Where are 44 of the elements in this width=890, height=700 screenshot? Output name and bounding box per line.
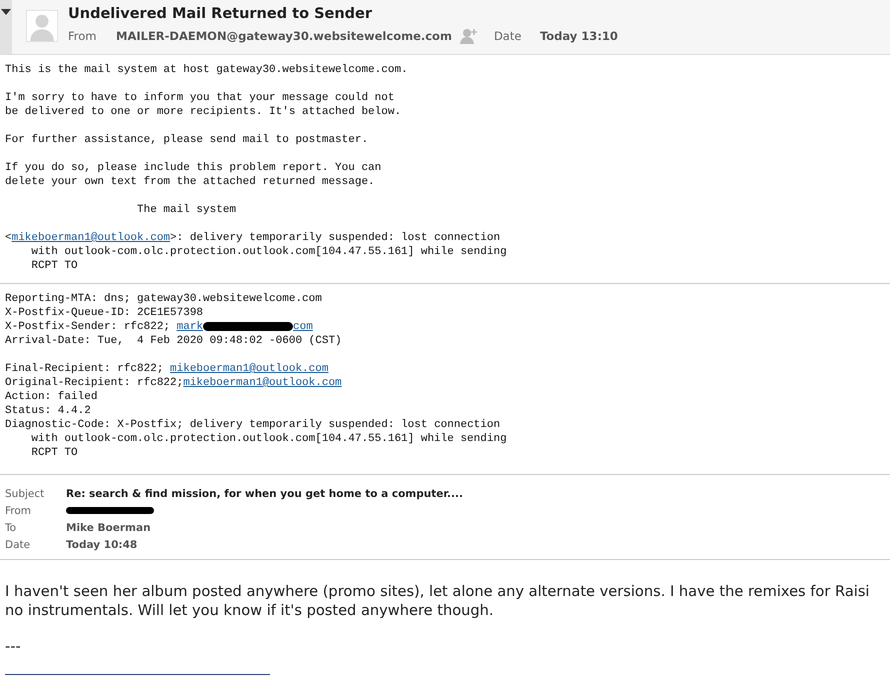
from-label: From bbox=[68, 29, 98, 43]
field-label: From bbox=[5, 504, 32, 516]
status-line: RCPT TO bbox=[30, 446, 78, 460]
report-line: RCPT TO bbox=[30, 259, 78, 273]
status-line: X-Postfix-Queue-ID: 2CE1E57398 bbox=[5, 306, 204, 320]
message-text: I haven't seen her album posted anywhere (promo sites), let alone any alternate versions. I have the remixes for Raisi bbox=[5, 582, 870, 601]
report-line: <mikeboerman1@outlook.com>: delivery temporarily suspended: lost connection bbox=[5, 231, 500, 245]
message-title: Undelivered Mail Returned to Sender bbox=[68, 6, 374, 22]
report-line: with outlook-com.olc.protection.outlook.com[104.47.55.161] while sending bbox=[30, 245, 507, 259]
field-value: Re: search & find mission, for when you get home to a computer.... bbox=[66, 488, 463, 500]
report-line: I'm sorry to have to inform you that your message could not bbox=[5, 91, 394, 105]
status-line: Reporting-MTA: dns; gateway30.websitewelcome.com bbox=[5, 292, 322, 306]
report-line: This is the mail system at host gateway30.websitewelcome.com. bbox=[5, 63, 408, 77]
email-link[interactable]: com bbox=[293, 321, 313, 333]
email-link[interactable]: mikeboerman1@outlook.com bbox=[170, 363, 328, 375]
status-line: Status: 4.4.2 bbox=[5, 404, 91, 418]
field-label: Subject bbox=[5, 488, 46, 500]
status-line: Original-Recipient: rfc822;mikeboerman1@outlook.com bbox=[5, 376, 342, 390]
collapse-arrow-icon[interactable] bbox=[1, 9, 11, 15]
status-line: Diagnostic-Code: X-Postfix; delivery temporarily suspended: lost connection bbox=[5, 418, 500, 432]
email-link[interactable]: mikeboerman1@outlook.com bbox=[12, 232, 170, 244]
collapse-strip[interactable] bbox=[0, 0, 12, 54]
report-line: If you do so, please include this problem report. You can bbox=[5, 161, 382, 175]
field-label: Date bbox=[5, 538, 32, 550]
status-line: Arrival-Date: Tue, 4 Feb 2020 09:48:02 -0600 (CST) bbox=[5, 334, 342, 348]
email-link[interactable]: mikeboerman1@outlook.com bbox=[183, 377, 342, 389]
email-link[interactable]: mark bbox=[176, 321, 204, 333]
report-line: The mail system bbox=[136, 203, 236, 217]
field-value: Today 10:48 bbox=[66, 538, 138, 550]
date-value: Today 13:10 bbox=[540, 29, 618, 43]
report-line: delete your own text from the attached returned message. bbox=[5, 175, 375, 189]
field-label: To bbox=[5, 522, 18, 534]
message-text: no instrumentals. Will let you know if it's posted anywhere though. bbox=[5, 601, 495, 620]
status-line: Final-Recipient: rfc822; mikeboerman1@outlook.com bbox=[5, 362, 328, 376]
report-line: be delivered to one or more recipients. It's attached below. bbox=[5, 105, 402, 119]
avatar-icon bbox=[26, 10, 58, 42]
report-line: For further assistance, please send mail to postmaster. bbox=[5, 133, 368, 147]
status-line: with outlook-com.olc.protection.outlook.com[104.47.55.161] while sending bbox=[30, 432, 507, 446]
status-line: Action: failed bbox=[5, 390, 98, 404]
date-label: Date bbox=[494, 29, 522, 43]
sender-address[interactable]: MAILER-DAEMON@gateway30.websitewelcome.com bbox=[116, 29, 452, 43]
field-value: Mike Boerman bbox=[66, 522, 151, 534]
signature-separator: --- bbox=[5, 637, 21, 656]
status-line: X-Postfix-Sender: rfc822; mark com bbox=[5, 320, 313, 334]
